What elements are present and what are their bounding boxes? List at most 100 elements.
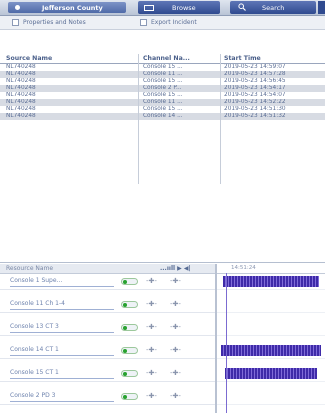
column-header-channel-name[interactable]: Channel Na... — [143, 54, 217, 63]
channel-audio-toggle[interactable] — [121, 324, 138, 331]
channel-name-cell: Console 15 ... — [143, 106, 183, 112]
toolbar: Properties and Notes Export Incident — [0, 16, 325, 30]
source-name-cell: NL740248 — [6, 106, 36, 112]
channel-audio-toggle[interactable] — [121, 370, 138, 377]
channel-name-link[interactable]: Console 11 Ch 1-4 — [10, 300, 114, 310]
channel-row[interactable]: Console 1 Supe... -✚- -✚- — [0, 274, 215, 290]
channel-name-cell: Console 14 ... — [143, 113, 183, 119]
playhead[interactable] — [226, 273, 227, 413]
audio-waveform[interactable] — [225, 368, 317, 379]
pan-slider-icon[interactable]: -✚- — [170, 369, 181, 377]
channel-name-link[interactable]: Console 14 CT 1 — [10, 346, 114, 356]
county-tab[interactable]: Jefferson County — [8, 2, 126, 13]
channel-audio-toggle[interactable] — [121, 347, 138, 354]
source-name-cell: NL740248 — [6, 71, 36, 77]
table-row[interactable]: NL740248 Console 15 ... 2019-05-23 14:54:0… — [0, 92, 325, 99]
channel-name-cell: Console 11 ... — [143, 71, 183, 77]
start-time-cell: 2019-05-23 14:51:30 — [224, 106, 286, 112]
timeline-time-label: 14:51:24 — [231, 265, 256, 271]
browse-icon — [144, 4, 154, 11]
column-divider — [138, 54, 139, 184]
properties-and-notes-button[interactable]: Properties and Notes — [12, 18, 86, 27]
source-name-cell: NL740248 — [6, 99, 36, 105]
volume-slider-icon[interactable]: -✚- — [146, 277, 157, 285]
grid-header: Source Name Channel Na... Start Time — [0, 54, 325, 64]
pan-slider-icon[interactable]: -✚- — [170, 346, 181, 354]
waveform-lane[interactable] — [217, 297, 325, 313]
channel-audio-toggle[interactable] — [121, 393, 138, 400]
start-time-cell: 2019-05-23 14:56:45 — [224, 78, 286, 84]
table-row[interactable]: NL740248 Console 15 ... 2019-05-23 14:56:4… — [0, 78, 325, 85]
browse-tab-label: Browse — [172, 3, 196, 12]
channel-audio-toggle[interactable] — [121, 278, 138, 285]
source-name-cell: NL740248 — [6, 78, 36, 84]
table-row[interactable]: NL740248 Console 2 P... 2019-05-23 14:54:1… — [0, 85, 325, 92]
search-tab[interactable]: Search — [230, 1, 316, 14]
waveform-lane[interactable] — [217, 366, 325, 382]
export-icon — [140, 19, 147, 26]
timeline-header: 14:51:24 — [217, 264, 325, 274]
channel-name-cell: Console 15 ... — [143, 78, 183, 84]
channel-name-link[interactable]: Console 13 CT 3 — [10, 323, 114, 333]
start-time-cell: 2019-05-23 14:59:07 — [224, 64, 286, 70]
pan-slider-icon[interactable]: -✚- — [170, 323, 181, 331]
channels-panel-header: Resource Name ...ııll ▶ ◀| — [0, 264, 215, 274]
channel-name-cell: Console 2 P... — [143, 85, 182, 91]
resource-name-label: Resource Name — [6, 265, 54, 272]
export-label: Export Incident — [151, 19, 197, 26]
playback-controls[interactable]: ...ııll ▶ ◀| — [160, 265, 191, 272]
search-tab-label: Search — [262, 3, 285, 12]
channel-name-cell: Console 11 ... — [143, 99, 183, 105]
radio-dot-icon — [15, 5, 20, 10]
start-time-cell: 2019-05-23 14:57:28 — [224, 71, 286, 77]
volume-slider-icon[interactable]: -✚- — [146, 392, 157, 400]
table-row[interactable]: NL740248 Console 11 ... 2019-05-23 14:57:2… — [0, 71, 325, 78]
channel-name-link[interactable]: Console 15 CT 1 — [10, 369, 114, 379]
table-row[interactable]: NL740248 Console 11 ... 2019-05-23 14:52:2… — [0, 99, 325, 106]
channel-name-cell: Console 15 ... — [143, 64, 183, 70]
export-incident-button[interactable]: Export Incident — [140, 18, 197, 27]
audio-waveform[interactable] — [221, 345, 321, 356]
table-row[interactable]: NL740248 Console 15 ... 2019-05-23 14:51:3… — [0, 106, 325, 113]
start-time-cell: 2019-05-23 14:54:17 — [224, 85, 286, 91]
browse-tab[interactable]: Browse — [138, 1, 220, 14]
volume-slider-icon[interactable]: -✚- — [146, 369, 157, 377]
channel-name-cell: Console 15 ... — [143, 92, 183, 98]
pan-slider-icon[interactable]: -✚- — [170, 300, 181, 308]
start-time-cell: 2019-05-23 14:51:32 — [224, 113, 286, 119]
start-time-cell: 2019-05-23 14:52:22 — [224, 99, 286, 105]
pan-slider-icon[interactable]: -✚- — [170, 277, 181, 285]
channel-row[interactable]: Console 13 CT 3 -✚- -✚- — [0, 320, 215, 336]
properties-icon — [12, 19, 19, 26]
source-name-cell: NL740248 — [6, 92, 36, 98]
channel-row[interactable]: Console 14 CT 1 -✚- -✚- — [0, 343, 215, 359]
county-tab-label: Jefferson County — [42, 3, 103, 12]
channel-audio-toggle[interactable] — [121, 301, 138, 308]
waveform-lane[interactable] — [217, 320, 325, 336]
search-icon — [238, 2, 246, 13]
properties-label: Properties and Notes — [23, 19, 86, 26]
audio-waveform[interactable] — [223, 276, 319, 287]
table-row[interactable]: NL740248 Console 15 ... 2019-05-23 14:59:0… — [0, 64, 325, 71]
waveform-lane[interactable] — [217, 274, 325, 290]
pan-slider-icon[interactable]: -✚- — [170, 392, 181, 400]
source-name-cell: NL740248 — [6, 113, 36, 119]
column-header-start-time[interactable]: Start Time — [224, 54, 324, 63]
channel-row[interactable]: Console 2 PD 3 -✚- -✚- — [0, 389, 215, 405]
panel-divider[interactable] — [0, 262, 325, 263]
start-time-cell: 2019-05-23 14:54:07 — [224, 92, 286, 98]
waveform-lane[interactable] — [217, 389, 325, 405]
column-header-source-name[interactable]: Source Name — [6, 54, 132, 63]
top-navigation-bar: Jefferson County Browse Search — [0, 0, 325, 16]
tab-edge — [318, 1, 325, 14]
source-name-cell: NL740248 — [6, 64, 36, 70]
channel-name-link[interactable]: Console 1 Supe... — [10, 277, 114, 287]
table-row[interactable]: NL740248 Console 14 ... 2019-05-23 14:51:3… — [0, 113, 325, 120]
waveform-lane[interactable] — [217, 343, 325, 359]
volume-slider-icon[interactable]: -✚- — [146, 300, 157, 308]
volume-slider-icon[interactable]: -✚- — [146, 323, 157, 331]
volume-slider-icon[interactable]: -✚- — [146, 346, 157, 354]
channel-row[interactable]: Console 11 Ch 1-4 -✚- -✚- — [0, 297, 215, 313]
channel-name-link[interactable]: Console 2 PD 3 — [10, 392, 114, 402]
channel-row[interactable]: Console 15 CT 1 -✚- -✚- — [0, 366, 215, 382]
